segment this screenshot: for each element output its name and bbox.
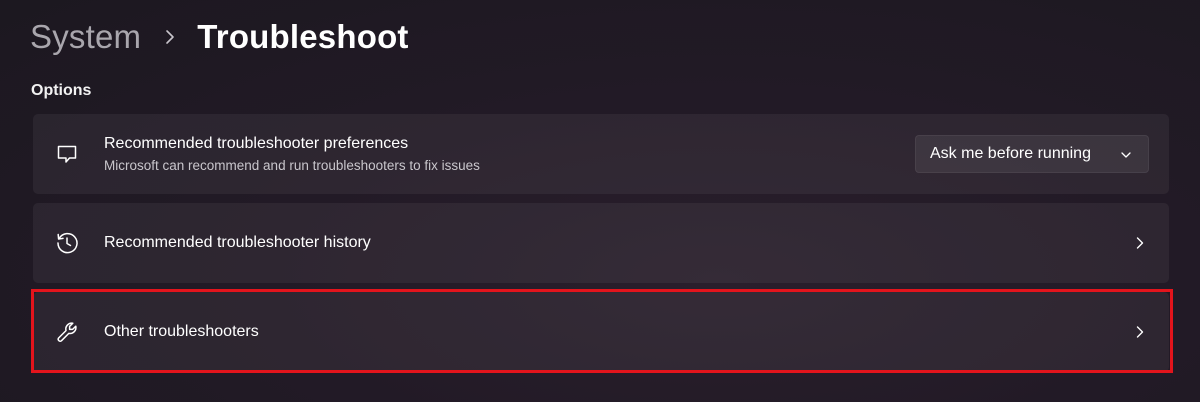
wrench-icon xyxy=(53,318,81,346)
dropdown-selected-value: Ask me before running xyxy=(930,145,1091,162)
chat-bubble-icon xyxy=(53,140,81,168)
card-description: Microsoft can recommend and run troubles… xyxy=(104,158,480,173)
card-text-other: Other troubleshooters xyxy=(104,323,259,341)
history-icon xyxy=(53,229,81,257)
card-title: Recommended troubleshooter preferences xyxy=(104,135,409,152)
troubleshooter-preference-dropdown[interactable]: Ask me before running xyxy=(915,135,1149,173)
card-title: Recommended troubleshooter history xyxy=(104,234,371,251)
recommended-troubleshooter-history-card[interactable]: Recommended troubleshooter history xyxy=(33,203,1169,283)
card-text-preferences: Recommended troubleshooter preferences M… xyxy=(104,135,480,173)
card-title: Other troubleshooters xyxy=(104,323,259,340)
recommended-troubleshooter-preferences-card: Recommended troubleshooter preferences M… xyxy=(33,114,1169,194)
breadcrumb-chevron-icon xyxy=(163,25,177,49)
card-text-history: Recommended troubleshooter history xyxy=(104,234,371,252)
chevron-right-icon xyxy=(1135,324,1145,340)
page-title: Troubleshoot xyxy=(197,18,409,55)
breadcrumb: System Troubleshoot xyxy=(30,14,409,60)
breadcrumb-system-link[interactable]: System xyxy=(30,18,141,56)
chevron-down-icon xyxy=(1120,148,1132,160)
other-troubleshooters-card[interactable]: Other troubleshooters xyxy=(33,292,1169,372)
section-title-options: Options xyxy=(31,82,92,99)
chevron-right-icon xyxy=(1135,235,1145,251)
